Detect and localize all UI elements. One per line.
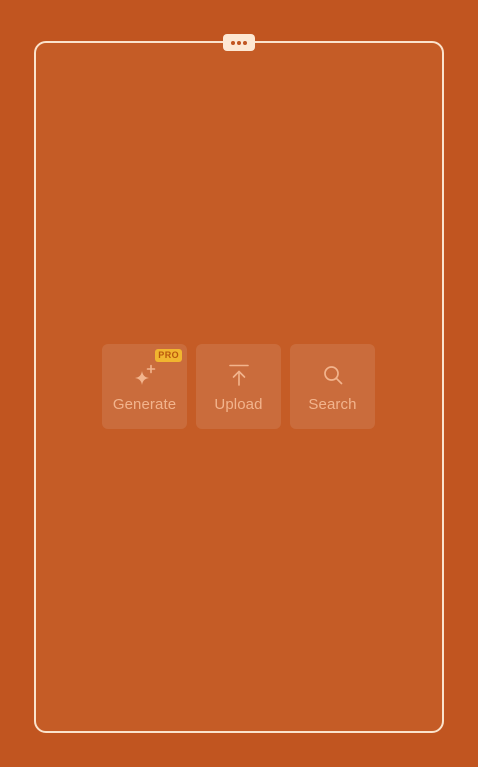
upload-icon (228, 364, 249, 386)
ellipsis-icon (237, 40, 241, 45)
generate-button[interactable]: PRO Generate (102, 344, 187, 429)
action-tiles: PRO Generate Upload Search (102, 344, 375, 429)
search-label: Search (308, 396, 357, 413)
ellipsis-icon (231, 40, 235, 45)
sparkles-icon (134, 364, 155, 385)
upload-button[interactable]: Upload (196, 344, 281, 429)
pro-badge: PRO (155, 349, 182, 362)
ellipsis-icon (243, 40, 247, 45)
search-button[interactable]: Search (290, 344, 375, 429)
generate-label: Generate (112, 396, 177, 413)
search-icon (323, 366, 342, 385)
upload-label: Upload (214, 396, 263, 413)
frame-menu-handle[interactable] (223, 34, 255, 51)
